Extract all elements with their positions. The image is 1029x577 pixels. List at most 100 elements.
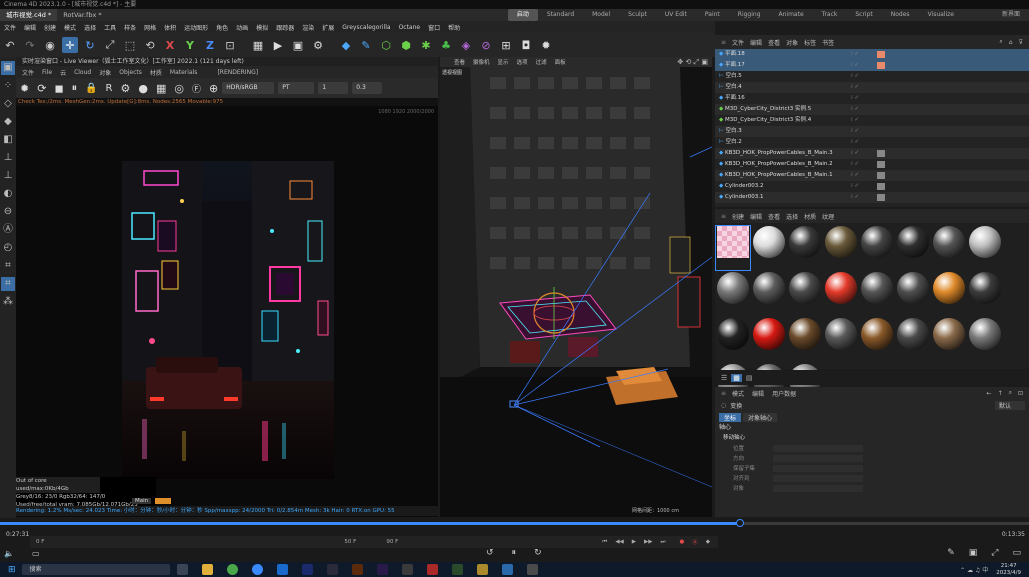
lv-focus-icon[interactable]: ◎ xyxy=(174,82,184,95)
tag-icon[interactable] xyxy=(877,128,885,135)
volume-icon[interactable]: 🔈 xyxy=(4,549,14,558)
timeline-scrubber[interactable] xyxy=(735,519,744,527)
visibility-flags[interactable]: ⁞ ✓ xyxy=(851,71,859,82)
file-explorer-icon[interactable] xyxy=(201,564,213,575)
main-menu-item[interactable]: 渲染 xyxy=(302,23,314,32)
pt-select[interactable]: PT xyxy=(278,82,315,94)
material-swatch[interactable]: Metal_09S xyxy=(788,272,822,316)
material-swatch[interactable]: Metal_09S xyxy=(968,272,1002,316)
object-row[interactable]: ◆ 平面.18 ⁞ ✓ xyxy=(715,49,1029,60)
tag-icon[interactable] xyxy=(877,106,885,113)
material-swatch[interactable]: OctCompo xyxy=(716,272,750,316)
material-swatch[interactable]: OctGlossy xyxy=(752,226,786,270)
material-swatch[interactable]: PoliceSign xyxy=(968,226,1002,270)
next-key-icon[interactable]: ▶▶ xyxy=(644,539,652,545)
lv-menu-item[interactable]: 材质 xyxy=(150,68,162,77)
panel-icon[interactable]: ▭ xyxy=(1012,548,1021,558)
am-menu-item[interactable]: 编辑 xyxy=(752,389,764,398)
world-coord-icon[interactable]: ⊡ xyxy=(222,37,238,53)
material-swatch[interactable]: Metal_09S xyxy=(860,318,894,362)
field-icon[interactable]: ⊘ xyxy=(478,37,494,53)
tag-icon[interactable] xyxy=(877,73,885,80)
guide-icon[interactable]: ⁂ xyxy=(1,295,15,309)
object-row[interactable]: ◆ Cylinder003.1 ⁞ ✓ xyxy=(715,192,1029,203)
lv-stop-icon[interactable]: ◼ xyxy=(54,82,63,95)
list-view-icon[interactable]: ☰ xyxy=(721,374,727,382)
object-row[interactable]: ◆ 平面.17 ⁞ ✓ xyxy=(715,60,1029,71)
lv-menu-item[interactable]: 文件 xyxy=(22,68,34,77)
main-menu-item[interactable]: 动画 xyxy=(236,23,248,32)
lv-start-render-icon[interactable]: ✹ xyxy=(20,82,29,95)
om-menu-item[interactable]: 文件 xyxy=(732,38,744,47)
tag-icon[interactable] xyxy=(877,51,885,58)
app-icon[interactable] xyxy=(276,564,288,575)
tag-icon[interactable] xyxy=(877,139,885,146)
object-row[interactable]: ◆ Cylinder003.2 ⁞ ✓ xyxy=(715,181,1029,192)
visibility-flags[interactable]: ⁞ ✓ xyxy=(851,104,859,115)
om-menu-item[interactable]: 查看 xyxy=(768,38,780,47)
vp-menu-item[interactable]: 面板 xyxy=(555,58,566,66)
main-menu-item[interactable]: 网格 xyxy=(144,23,156,32)
render-view-icon[interactable]: ▶ xyxy=(270,37,286,53)
browser-icon[interactable] xyxy=(251,564,263,575)
tag-icon[interactable] xyxy=(877,172,885,179)
cube-icon[interactable]: ◆ xyxy=(338,37,354,53)
windows-start-icon[interactable]: ⊞ xyxy=(8,565,16,575)
object-row[interactable]: ⊢ 空白.2 ⁞ ✓ xyxy=(715,137,1029,148)
lv-grid-icon[interactable]: ▦ xyxy=(156,82,166,95)
visibility-flags[interactable]: ⁞ ✓ xyxy=(851,93,859,104)
pause-icon[interactable]: ⏸ xyxy=(512,548,517,558)
attribute-value[interactable] xyxy=(773,484,863,492)
layout-tab[interactable]: Track xyxy=(813,9,847,21)
task-view-icon[interactable] xyxy=(176,564,188,575)
lv-menu-item[interactable]: 对象 xyxy=(99,68,111,77)
app-icon[interactable] xyxy=(501,564,513,575)
record-icon[interactable]: ● xyxy=(679,539,684,545)
am-subsection[interactable]: 移动轴心 xyxy=(715,433,1029,443)
c4d-icon[interactable] xyxy=(326,564,338,575)
material-swatch[interactable]: OctDiffuse xyxy=(715,225,751,271)
render-picture-icon[interactable]: ▣ xyxy=(290,37,306,53)
lv-menu-item[interactable]: Cloud xyxy=(74,69,91,76)
lv-menu-item[interactable]: File xyxy=(42,69,52,76)
up-icon[interactable]: ↑ xyxy=(998,390,1003,397)
main-tab-swatch[interactable] xyxy=(155,498,172,504)
undo-icon[interactable]: ↶ xyxy=(2,37,18,53)
lv-lock-icon[interactable]: 🔒 xyxy=(85,83,97,94)
tag-icon[interactable] xyxy=(877,62,885,69)
object-row[interactable]: ◆ KB3D_HOK_PropPowerCables_B_Main.2 ⁞ ✓ xyxy=(715,159,1029,170)
app-icon[interactable] xyxy=(401,564,413,575)
object-row[interactable]: ◆ KB3D_HOK_PropPowerCables_B_Main.1 ⁞ ✓ xyxy=(715,170,1029,181)
layout-tab[interactable]: Visualize xyxy=(919,9,963,21)
hdr-select[interactable]: HDR/sRGB xyxy=(222,82,275,94)
layout-tab[interactable]: Sculpt xyxy=(619,9,656,21)
3d-viewport[interactable]: 查看 摄像机 显示 选项 过滤 面板 透视视图 网格间距：1000 cm ✥ ⟲… xyxy=(440,57,712,517)
material-swatch[interactable]: Metal_09S xyxy=(752,272,786,316)
visibility-flags[interactable]: ⁞ ✓ xyxy=(851,137,859,148)
om-menu-item[interactable]: 编辑 xyxy=(750,38,762,47)
material-swatch[interactable]: Metal_06_1 xyxy=(860,272,894,316)
material-swatch[interactable]: OctCompo xyxy=(932,226,966,270)
search-icon[interactable]: ⌕ xyxy=(999,38,1002,46)
material-swatch[interactable]: Metal_04_2 xyxy=(896,318,930,362)
search-icon[interactable]: ⌕ xyxy=(1009,389,1012,397)
material-swatch[interactable]: Metal_09S xyxy=(896,272,930,316)
lv-menu-item[interactable]: Objects xyxy=(119,69,142,76)
layout-tab[interactable]: Paint xyxy=(696,9,729,21)
main-menu-item[interactable]: Octane xyxy=(399,24,421,31)
app-icon[interactable] xyxy=(426,564,438,575)
tweak-icon[interactable]: ⊥ xyxy=(1,169,15,183)
layout-tab[interactable]: Script xyxy=(846,9,881,21)
visibility-flags[interactable]: ⁞ ✓ xyxy=(851,170,859,181)
tag-icon[interactable] xyxy=(877,95,885,102)
material-swatch[interactable]: Metal_06_1 xyxy=(932,318,966,362)
viewport-nav-icons[interactable]: ✥ ⟲ ⤢ ▣ xyxy=(677,58,708,67)
redo-icon[interactable]: ↷ xyxy=(22,37,38,53)
am-tab[interactable]: 坐标 xyxy=(719,412,742,422)
vp-menu-item[interactable]: 显示 xyxy=(498,58,509,66)
go-end-icon[interactable]: ⏭ xyxy=(660,539,665,546)
subtitle-icon[interactable]: ▭ xyxy=(32,549,40,558)
om-menu-item[interactable]: 书签 xyxy=(822,38,834,47)
subdivision-icon[interactable]: ⬡ xyxy=(378,37,394,53)
camera-icon[interactable]: ◘ xyxy=(518,37,534,53)
